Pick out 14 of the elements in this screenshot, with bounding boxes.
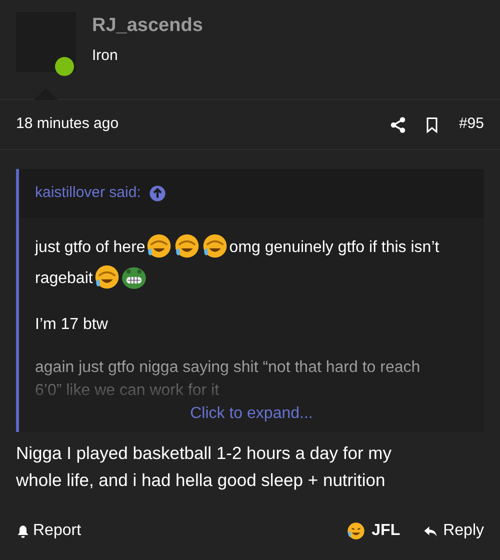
quote-text: omg genuinely gtfo if this isn’t [229,239,440,256]
post-time: 18 minutes ago [16,114,120,134]
post-body: Nigga I played basketball 1-2 hours a day for my whole life, and i had hella good sleep + nutrition [15,442,392,492]
post-number-link[interactable]: #95 [458,113,484,136]
expand-link[interactable]: Click to expand... [190,402,313,426]
report-button[interactable]: Report [16,519,346,543]
reaction-button[interactable]: JFL [346,519,400,543]
quote-text: ragebait [35,270,93,287]
username[interactable]: RJ_ascends [92,12,203,40]
user-rank: Iron [92,46,119,66]
quote-text: I’m 17 btw [35,316,108,333]
quote-author-link[interactable]: kaistillover said: [35,182,141,205]
reply-button[interactable]: Reply [422,519,484,543]
quote-text: just gtfo of here [35,239,146,256]
